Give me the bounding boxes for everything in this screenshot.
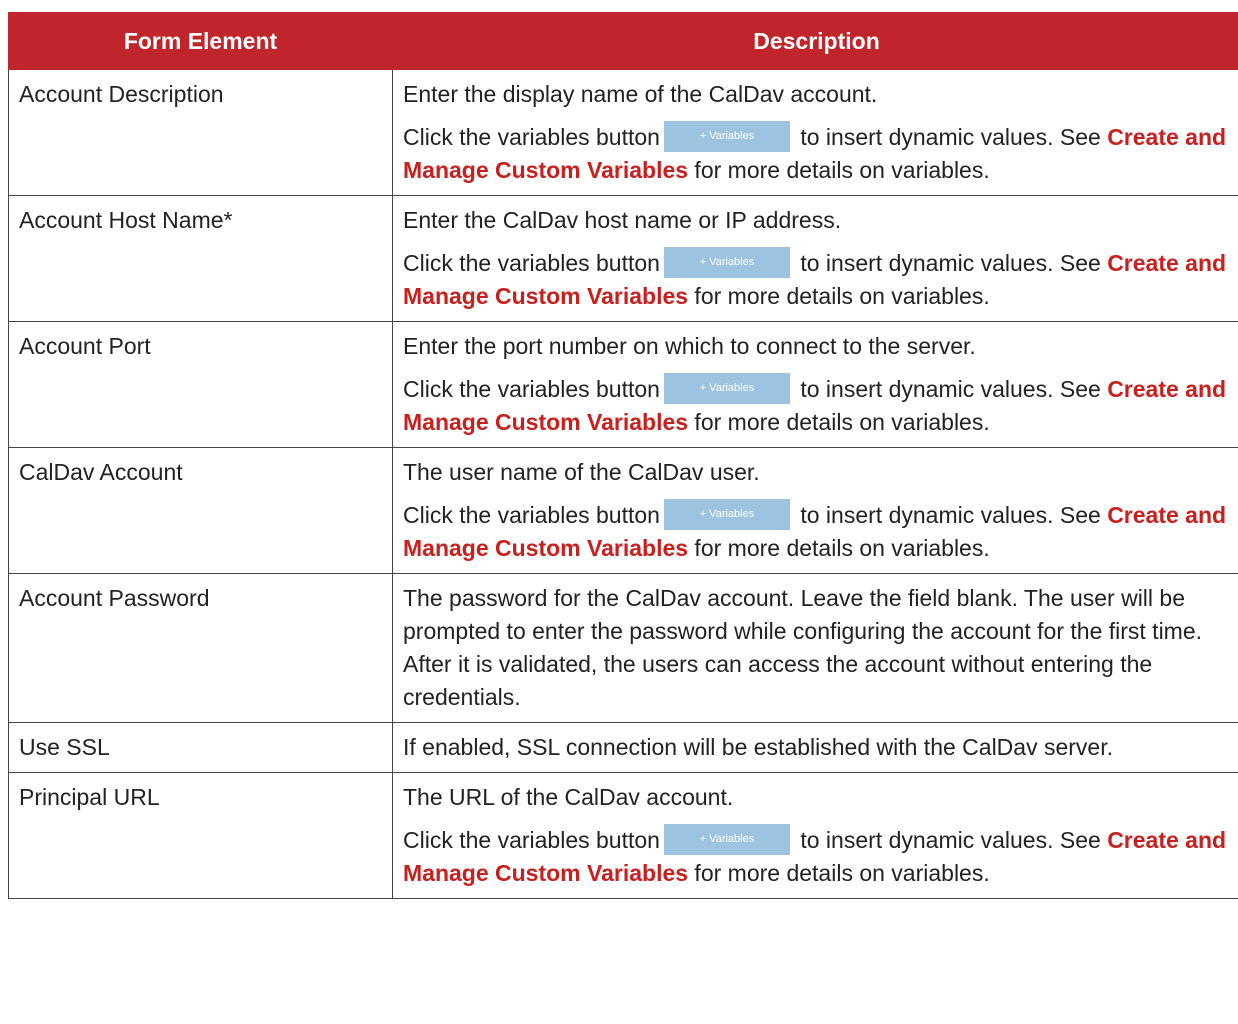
- form-element-name: Account Port: [8, 321, 393, 448]
- description-text: The password for the CalDav account. Lea…: [403, 585, 1203, 710]
- table-body: Account Description Enter the display nam…: [8, 69, 1238, 899]
- variables-hint-suffix: for more details on variables.: [688, 409, 990, 435]
- variables-hint-suffix: for more details on variables.: [688, 860, 990, 886]
- variables-hint-middle: to insert dynamic values. See: [793, 250, 1108, 276]
- variables-button[interactable]: + Variables: [663, 121, 790, 152]
- form-element-description: The URL of the CalDav account. Click the …: [392, 772, 1238, 899]
- header-description: Description: [392, 12, 1238, 70]
- form-element-name: Account Host Name*: [8, 195, 393, 322]
- variables-hint-prefix: Click the variables button: [403, 502, 660, 528]
- variables-hint-suffix: for more details on variables.: [688, 157, 990, 183]
- variables-hint-middle: to insert dynamic values. See: [793, 502, 1108, 528]
- variables-hint: Click the variables button + Variables to…: [403, 247, 1232, 313]
- table-row: Principal URL The URL of the CalDav accou…: [8, 772, 1238, 899]
- form-element-name: Account Description: [8, 69, 393, 196]
- variables-hint-middle: to insert dynamic values. See: [793, 376, 1108, 402]
- variables-button[interactable]: + Variables: [663, 247, 790, 278]
- description-text: If enabled, SSL connection will be estab…: [403, 734, 1113, 760]
- table-row: Account Port Enter the port number on whi…: [8, 321, 1238, 448]
- variables-hint: Click the variables button + Variables to…: [403, 824, 1232, 890]
- variables-hint-prefix: Click the variables button: [403, 124, 660, 150]
- form-element-table: Form Element Description Account Descrip…: [8, 12, 1238, 899]
- variables-hint-middle: to insert dynamic values. See: [793, 827, 1108, 853]
- variables-hint-middle: to insert dynamic values. See: [793, 124, 1108, 150]
- variables-hint: Click the variables button + Variables to…: [403, 373, 1232, 439]
- description-text: Enter the CalDav host name or IP address…: [403, 207, 842, 233]
- form-element-description: The user name of the CalDav user. Click t…: [392, 447, 1238, 574]
- form-element-table-container: Form Element Description Account Descrip…: [8, 12, 1238, 899]
- form-element-description: Enter the display name of the CalDav acc…: [392, 69, 1238, 196]
- variables-hint: Click the variables button + Variables to…: [403, 121, 1232, 187]
- form-element-name: Account Password: [8, 573, 393, 723]
- form-element-description: If enabled, SSL connection will be estab…: [392, 722, 1238, 773]
- variables-button[interactable]: + Variables: [663, 499, 790, 530]
- table-row: Account Password The password for the Cal…: [8, 573, 1238, 723]
- variables-button[interactable]: + Variables: [663, 373, 790, 404]
- variables-hint: Click the variables button + Variables to…: [403, 499, 1232, 565]
- table-row: Account Host Name* Enter the CalDav host …: [8, 195, 1238, 322]
- variables-button[interactable]: + Variables: [663, 824, 790, 855]
- table-row: Use SSL If enabled, SSL connection will b…: [8, 722, 1238, 773]
- form-element-description: Enter the port number on which to connec…: [392, 321, 1238, 448]
- form-element-name: Use SSL: [8, 722, 393, 773]
- table-header-row: Form Element Description: [8, 12, 1238, 70]
- variables-hint-prefix: Click the variables button: [403, 376, 660, 402]
- form-element-description: Enter the CalDav host name or IP address…: [392, 195, 1238, 322]
- description-text: The URL of the CalDav account.: [403, 784, 734, 810]
- table-row: Account Description Enter the display nam…: [8, 69, 1238, 196]
- form-element-description: The password for the CalDav account. Lea…: [392, 573, 1238, 723]
- variables-hint-suffix: for more details on variables.: [688, 535, 990, 561]
- header-form-element: Form Element: [8, 12, 393, 70]
- description-text: Enter the port number on which to connec…: [403, 333, 976, 359]
- variables-hint-prefix: Click the variables button: [403, 827, 660, 853]
- form-element-name: CalDav Account: [8, 447, 393, 574]
- variables-hint-prefix: Click the variables button: [403, 250, 660, 276]
- description-text: The user name of the CalDav user.: [403, 459, 760, 485]
- table-row: CalDav Account The user name of the CalDa…: [8, 447, 1238, 574]
- variables-hint-suffix: for more details on variables.: [688, 283, 990, 309]
- description-text: Enter the display name of the CalDav acc…: [403, 81, 878, 107]
- form-element-name: Principal URL: [8, 772, 393, 899]
